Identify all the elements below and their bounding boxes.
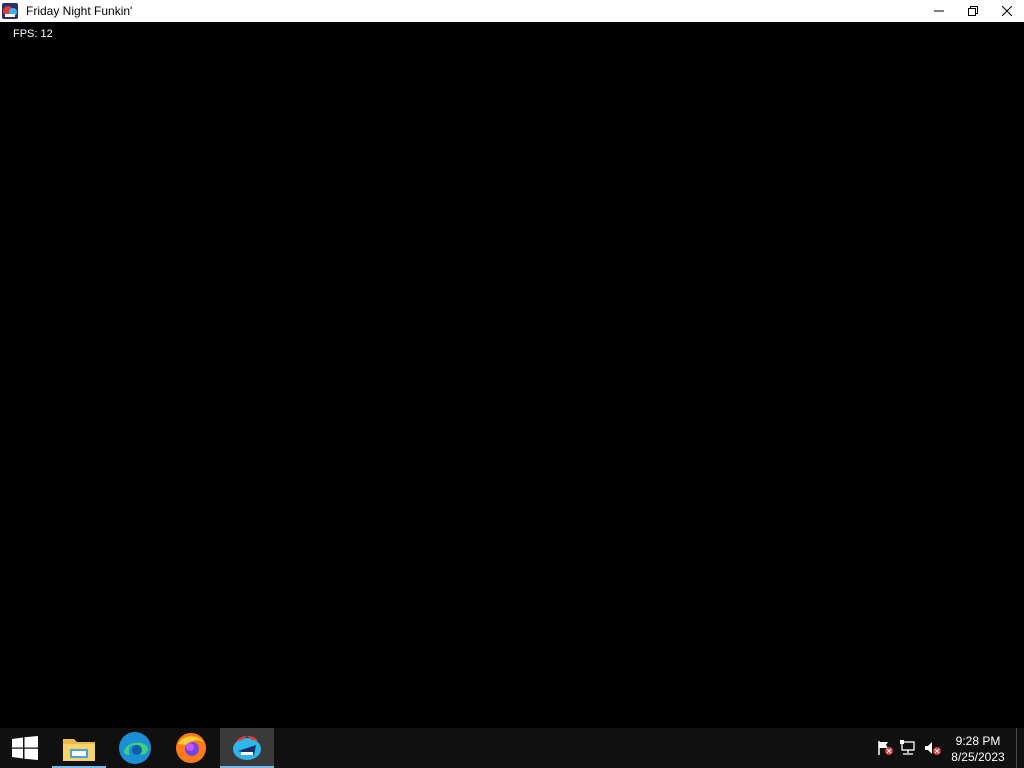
fps-counter: FPS: 12 — [13, 28, 53, 40]
start-button[interactable] — [0, 728, 50, 768]
windows-logo-icon — [12, 736, 38, 760]
show-desktop-button[interactable] — [1016, 728, 1017, 768]
game-viewport[interactable]: FPS: 12 — [0, 22, 1024, 728]
fnf-app-icon — [2, 3, 18, 19]
taskbar-clock[interactable]: 9:28 PM 8/25/2023 — [946, 733, 1010, 765]
fnf-icon — [233, 735, 261, 760]
volume-muted-icon[interactable] — [924, 740, 942, 756]
clock-time: 9:28 PM — [955, 734, 1001, 748]
close-button[interactable] — [990, 0, 1024, 22]
firefox-icon — [176, 733, 206, 763]
taskbar-friday-night-funkin[interactable] — [220, 728, 274, 768]
folder-icon — [63, 739, 95, 761]
minimize-button[interactable] — [922, 0, 956, 22]
taskbar-file-explorer[interactable] — [52, 728, 106, 768]
restore-icon — [968, 6, 978, 16]
edge-icon — [119, 732, 151, 764]
restore-button[interactable] — [956, 0, 990, 22]
clock-date: 8/25/2023 — [951, 750, 1005, 764]
taskbar-edge[interactable] — [108, 728, 162, 768]
window-titlebar[interactable]: Friday Night Funkin' — [0, 0, 1024, 22]
network-icon[interactable] — [900, 740, 918, 756]
action-center-flag-icon[interactable] — [876, 740, 894, 756]
window-title: Friday Night Funkin' — [26, 4, 133, 18]
minimize-icon — [934, 10, 944, 12]
close-icon — [1002, 6, 1012, 16]
taskbar: 9:28 PM 8/25/2023 — [0, 728, 1024, 768]
taskbar-firefox[interactable] — [164, 728, 218, 768]
